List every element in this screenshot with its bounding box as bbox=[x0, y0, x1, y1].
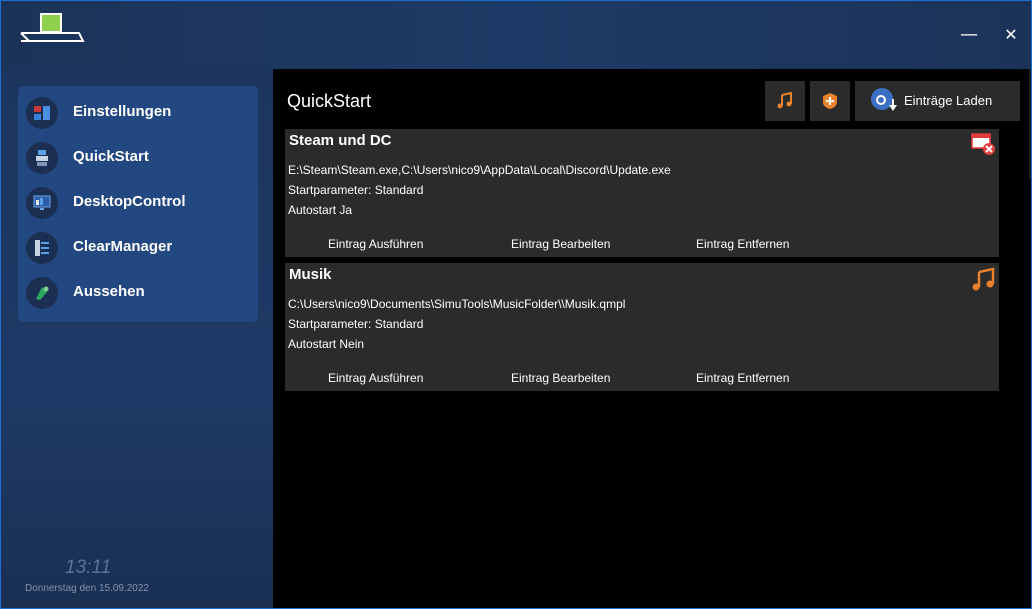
paint-icon bbox=[26, 277, 58, 309]
sidebar-item-aussehen[interactable]: Aussehen bbox=[18, 273, 258, 313]
title-bar: — ✕ bbox=[1, 1, 1031, 69]
entry-params: Startparameter: Standard bbox=[288, 183, 424, 197]
cube-stack-icon bbox=[26, 142, 58, 174]
entry-run-button[interactable]: Eintrag Ausführen bbox=[328, 237, 423, 251]
entry-card: Steam und DC E:\Steam\Steam.exe,C:\Users… bbox=[285, 129, 999, 257]
sidebar-item-label: ClearManager bbox=[73, 238, 173, 255]
sidebar: Einstellungen QuickStart DesktopControl … bbox=[1, 69, 273, 608]
clock-time: 13:11 bbox=[65, 557, 112, 578]
load-entries-label: Einträge Laden bbox=[904, 93, 993, 108]
entry-title: Steam und DC bbox=[289, 132, 392, 149]
music-note-icon bbox=[777, 92, 792, 109]
add-music-button[interactable] bbox=[765, 81, 805, 121]
entry-path: E:\Steam\Steam.exe,C:\Users\nico9\AppDat… bbox=[288, 163, 671, 177]
entry-edit-button[interactable]: Eintrag Bearbeiten bbox=[511, 237, 610, 251]
entry-remove-button[interactable]: Eintrag Entfernen bbox=[696, 237, 789, 251]
sidebar-item-quickstart[interactable]: QuickStart bbox=[18, 138, 258, 178]
sidebar-item-clearmanager[interactable]: ClearManager bbox=[18, 228, 258, 268]
load-gear-icon bbox=[871, 88, 897, 111]
scrollbar[interactable] bbox=[1029, 69, 1031, 179]
entry-title: Musik bbox=[289, 266, 332, 283]
entry-autostart: Autostart Ja bbox=[288, 203, 353, 217]
sidebar-item-label: QuickStart bbox=[73, 148, 149, 165]
clock-date: Donnerstag den 15.09.2022 bbox=[25, 583, 149, 594]
entry-autostart: Autostart Nein bbox=[288, 337, 365, 351]
close-button[interactable]: ✕ bbox=[997, 23, 1025, 47]
settings-panel-icon bbox=[26, 97, 58, 129]
sidebar-item-label: DesktopControl bbox=[73, 193, 186, 210]
add-shield-icon bbox=[823, 93, 837, 109]
entry-run-button[interactable]: Eintrag Ausführen bbox=[328, 371, 423, 385]
app-window: — ✕ Einstellungen QuickStart DesktopCont… bbox=[0, 0, 1032, 609]
list-icon bbox=[26, 232, 58, 264]
music-note-icon[interactable] bbox=[971, 266, 997, 292]
entry-edit-button[interactable]: Eintrag Bearbeiten bbox=[511, 371, 610, 385]
page-title: QuickStart bbox=[287, 91, 372, 111]
sidebar-item-label: Einstellungen bbox=[73, 103, 172, 120]
add-entry-button[interactable] bbox=[810, 81, 850, 121]
load-entries-button[interactable]: Einträge Laden bbox=[855, 81, 1020, 121]
minimize-button[interactable]: — bbox=[955, 23, 983, 47]
desktop-icon bbox=[26, 187, 58, 219]
sidebar-item-label: Aussehen bbox=[73, 283, 145, 300]
sidebar-item-einstellungen[interactable]: Einstellungen bbox=[18, 93, 258, 133]
window-remove-icon[interactable] bbox=[971, 132, 997, 158]
entry-remove-button[interactable]: Eintrag Entfernen bbox=[696, 371, 789, 385]
sidebar-nav: Einstellungen QuickStart DesktopControl … bbox=[18, 86, 258, 322]
main-content: QuickStart Einträge Laden Steam und DC E… bbox=[273, 69, 1031, 608]
app-logo-icon bbox=[20, 13, 85, 42]
entry-path: C:\Users\nico9\Documents\SimuTools\Music… bbox=[288, 297, 626, 311]
entry-card: Musik C:\Users\nico9\Documents\SimuTools… bbox=[285, 263, 999, 391]
sidebar-item-desktopcontrol[interactable]: DesktopControl bbox=[18, 183, 258, 223]
entry-params: Startparameter: Standard bbox=[288, 317, 424, 331]
